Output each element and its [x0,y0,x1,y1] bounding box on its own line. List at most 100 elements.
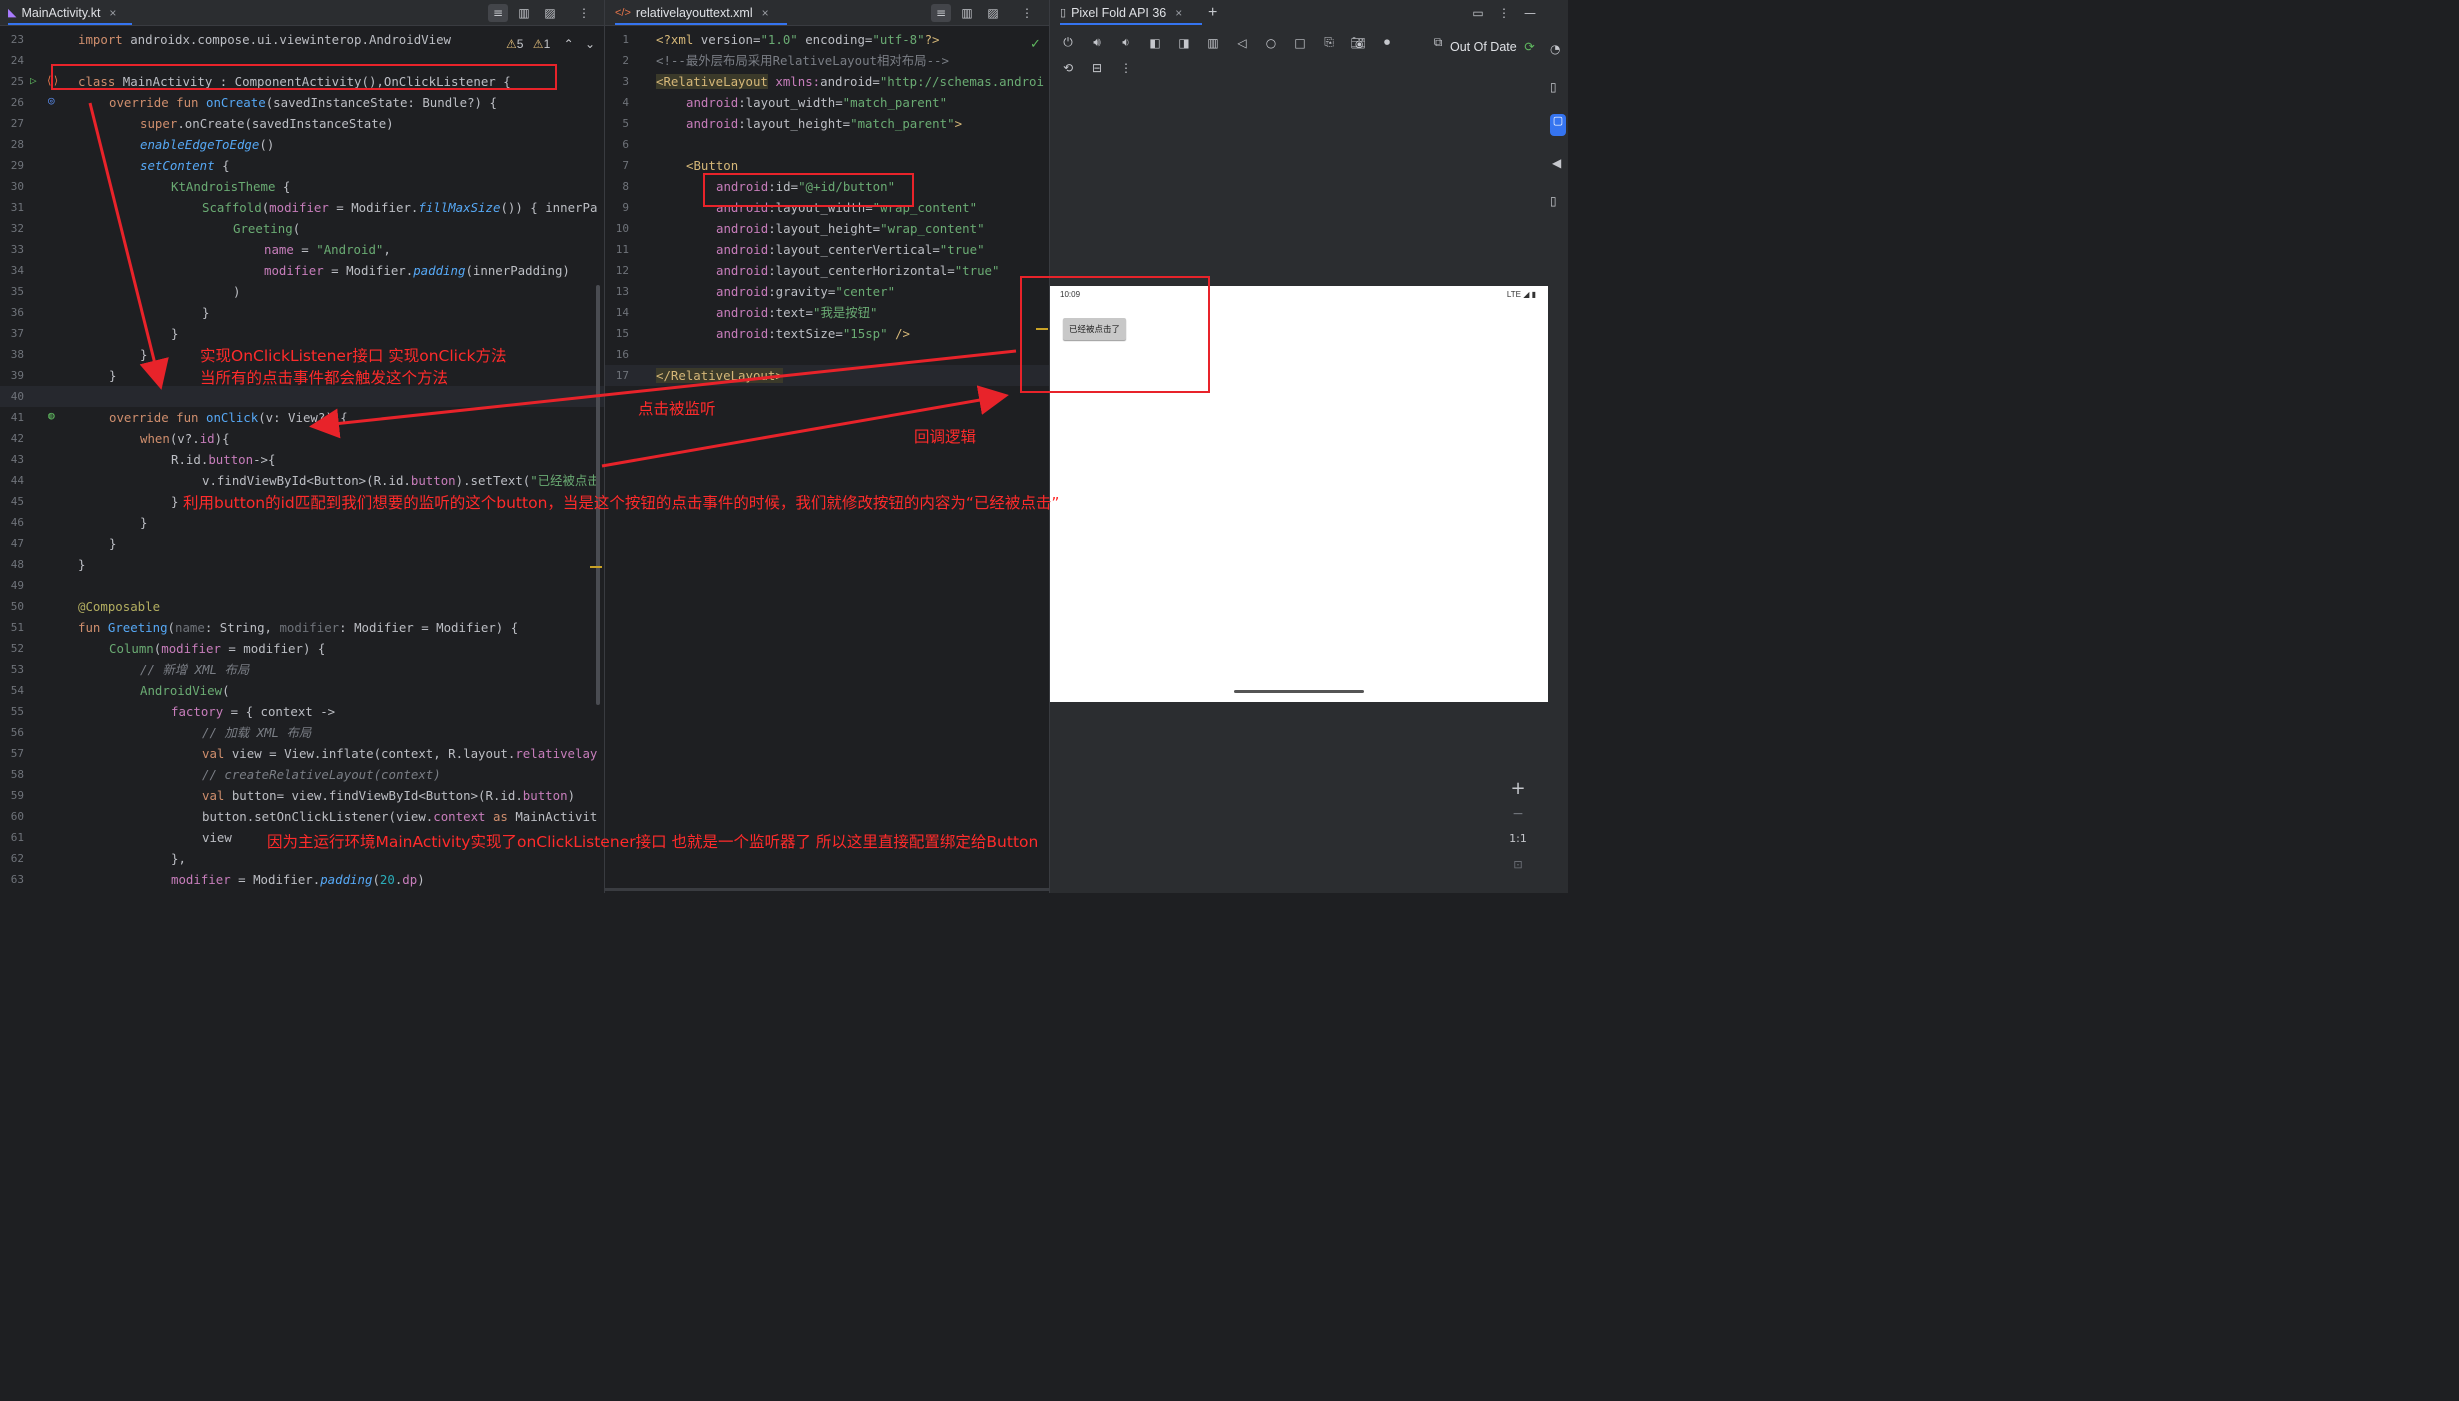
code-line[interactable]: 11 android:layout_centerVertical="true" [605,239,1049,260]
code-line[interactable]: 44 v.findViewById<Button>(R.id.button).se… [0,470,604,491]
back-icon[interactable]: ◁ [1232,36,1252,50]
code-line[interactable]: 49 [0,575,604,596]
code-line[interactable]: 29 setContent { [0,155,604,176]
code-line[interactable]: 54 AndroidView( [0,680,604,701]
xml-link-gutter-icon[interactable]: ⟨⟩ [46,74,59,87]
rotate-right-icon[interactable]: ◨ [1174,36,1194,50]
code-line[interactable]: 30 KtAndroisTheme { [0,176,604,197]
code-line[interactable]: 14 android:text="我是按钮" [605,302,1049,323]
override-gutter-icon[interactable]: ◎ [48,94,55,107]
running-devices-icon[interactable]: ▢ [1550,114,1566,136]
code-line[interactable]: 36} [0,302,604,323]
close-tab-icon[interactable]: × [109,6,116,20]
device-manager-icon[interactable]: ▯ [1550,80,1566,96]
code-line[interactable]: 58 // createRelativeLayout(context) [0,764,604,785]
code-line[interactable]: 28 enableEdgeToEdge() [0,134,604,155]
code-line[interactable]: 24 [0,50,604,71]
code-line[interactable]: 26 override fun onCreate(savedInstanceSta… [0,92,604,113]
code-line[interactable]: 10 android:layout_height="wrap_content" [605,218,1049,239]
code-line[interactable]: 35) [0,281,604,302]
fold-icon[interactable]: ▥ [1203,36,1223,50]
code-line[interactable]: 25 class MainActivity : ComponentActivity… [0,71,604,92]
code-line[interactable]: 51 fun Greeting(name: String, modifier: M… [0,617,604,638]
code-line[interactable]: 16 [605,344,1049,365]
code-line[interactable]: 32 Greeting( [0,218,604,239]
home-gesture-bar[interactable] [1234,690,1364,693]
code-line[interactable]: 15 android:textSize="15sp" /> [605,323,1049,344]
code-line[interactable]: 50 @Composable [0,596,604,617]
volume-down-icon[interactable]: 🔉︎ [1116,35,1136,50]
rotate-left-icon[interactable]: ◧ [1145,36,1165,50]
code-line[interactable]: 7 <Button [605,155,1049,176]
code-line[interactable]: 46} [0,512,604,533]
code-line[interactable]: 56 // 加载 XML 布局 [0,722,604,743]
code-line[interactable]: 42 when(v?.id){ [0,428,604,449]
reset-icon[interactable]: ⟲ [1058,61,1078,75]
minimize-icon[interactable]: — [1520,4,1540,22]
tab-pixel-fold[interactable]: ▯ Pixel Fold API 36 × [1060,0,1202,25]
code-line[interactable]: 2 <!--最外层布局采用RelativeLayout相对布局--> [605,50,1049,71]
code-view-icon[interactable]: ≡ [488,3,508,22]
close-tab-icon[interactable]: × [1175,6,1182,20]
fit-screen-icon[interactable]: ⊡ [1503,858,1533,871]
code-line[interactable]: 52 Column(modifier = modifier) { [0,638,604,659]
code-line[interactable]: 6 [605,134,1049,155]
code-line[interactable]: 1 <?xml version="1.0" encoding="utf-8"?> [605,29,1049,50]
code-line[interactable]: 60 button.setOnClickListener(view.context… [0,806,604,827]
code-line[interactable]: 27 super.onCreate(savedInstanceState) [0,113,604,134]
warning-marker[interactable] [590,566,602,568]
volume-up-icon[interactable]: 🔊︎ [1087,35,1107,50]
code-line[interactable]: 9 android:layout_width="wrap_content" [605,197,1049,218]
code-line[interactable]: 37} [0,323,604,344]
snapshot-icon[interactable]: ⎘ [1319,35,1339,50]
code-line[interactable]: 23 import androidx.compose.ui.viewinterop… [0,29,604,50]
code-line[interactable]: 48} [0,554,604,575]
code-view-icon[interactable]: ≡ [931,3,951,22]
mirror-icon[interactable]: ⧉ [1428,35,1448,50]
code-line[interactable]: 4 android:layout_width="match_parent" [605,92,1049,113]
code-line[interactable]: 17 </RelativeLayout> [605,365,1049,386]
code-line[interactable]: 40 [0,386,604,407]
overview-icon[interactable]: □ [1290,36,1310,50]
window-layout-icon[interactable]: ▭ [1468,4,1488,22]
code-line[interactable]: 13 android:gravity="center" [605,281,1049,302]
code-line[interactable]: 59 val button= view.findViewById<Button>(… [0,785,604,806]
code-line[interactable]: 3 <RelativeLayout xmlns:android="http://s… [605,71,1049,92]
code-line[interactable]: 55 factory = { context -> [0,701,604,722]
screenshot-icon[interactable]: 📷︎ [1348,36,1368,50]
code-line[interactable]: 8 android:id="@+id/button" [605,176,1049,197]
code-line[interactable]: 12 android:layout_centerHorizontal="true" [605,260,1049,281]
phone-screen[interactable]: 10:09 LTE ◢ ▮ 已经被点击了 [1050,286,1548,702]
more-icon[interactable]: ⋮ [1116,61,1136,75]
device-settings-icon[interactable]: ⊟ [1087,61,1107,75]
device-explorer-icon[interactable]: ▯ [1550,194,1557,208]
assistant-icon[interactable]: ◀ [1552,156,1561,170]
code-line[interactable]: 63 modifier = Modifier.padding(20.dp) [0,869,604,890]
gradle-icon[interactable]: ◔ [1550,42,1566,58]
clicked-button[interactable]: 已经被点击了 [1063,318,1126,340]
code-line[interactable]: 47} [0,533,604,554]
split-view-icon[interactable]: ▥ [514,4,534,22]
code-line[interactable]: 43 R.id.button->{ [0,449,604,470]
close-tab-icon[interactable]: × [762,6,769,20]
more-options-icon[interactable]: ⋮ [574,4,594,22]
design-view-icon[interactable]: ▨ [983,4,1003,22]
screen-record-icon[interactable]: ⏺ [1377,35,1397,50]
add-device-button[interactable]: + [1208,0,1217,25]
run-gutter-icon[interactable]: ▷ [30,74,37,87]
code-line[interactable]: 33 name = "Android", [0,239,604,260]
code-line[interactable]: 41 override fun onClick(v: View?) { [0,407,604,428]
zoom-in-button[interactable]: + [1503,778,1533,799]
design-view-icon[interactable]: ▨ [540,4,560,22]
code-line[interactable]: 57 val view = View.inflate(context, R.lay… [0,743,604,764]
power-icon[interactable]: ⏻ [1058,35,1078,50]
horizontal-scrollbar[interactable] [605,888,1049,891]
more-options-icon[interactable]: ⋮ [1494,4,1514,22]
code-line[interactable]: 31 Scaffold(modifier = Modifier.fillMaxSi… [0,197,604,218]
split-view-icon[interactable]: ▥ [957,4,977,22]
tab-mainactivity[interactable]: ◣ MainActivity.kt × [8,0,132,25]
code-line[interactable]: 5 android:layout_height="match_parent"> [605,113,1049,134]
implements-gutter-icon[interactable]: ◍ [48,409,55,422]
code-line[interactable]: 34 modifier = Modifier.padding(innerPaddi… [0,260,604,281]
home-icon[interactable]: ○ [1261,36,1281,50]
